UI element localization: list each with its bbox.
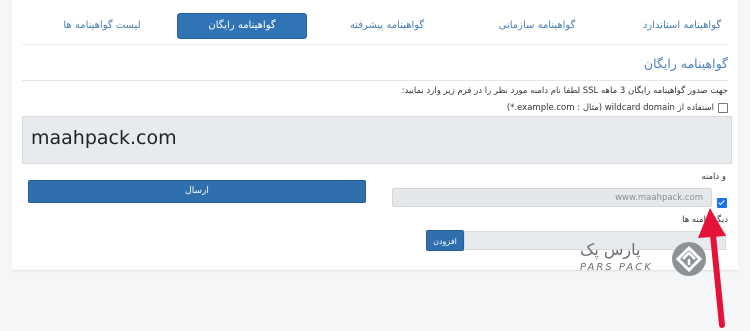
- wildcard-option: استفاده از wildcard domain (مثال : examp…: [507, 103, 728, 113]
- logo-mark-icon: [672, 242, 706, 276]
- description-text: جهت صدور گواهینامه رایگان 3 ماهه SSL لطف…: [401, 86, 728, 96]
- www-domain-field[interactable]: www.maahpack.com: [392, 188, 712, 207]
- tab-organization-certificate[interactable]: گواهینامه سازمانی: [482, 14, 592, 38]
- domain-input[interactable]: maahpack.com: [22, 116, 732, 164]
- add-domain-button[interactable]: افزودن: [426, 230, 464, 251]
- divider: [22, 44, 728, 45]
- tabs-bar: گواهینامه استاندارد گواهینامه سازمانی گو…: [12, 8, 738, 42]
- tab-standard-certificate[interactable]: گواهینامه استاندارد: [632, 14, 732, 38]
- ssl-panel: گواهینامه استاندارد گواهینامه سازمانی گو…: [12, 0, 738, 271]
- logo-text-en: PARS PACK: [580, 262, 653, 273]
- parspack-logo: پارس پک PARS PACK: [580, 240, 720, 280]
- tab-certificate-list[interactable]: لیست گواهینامه ها: [52, 14, 152, 38]
- tab-free-certificate[interactable]: گواهینامه رایگان: [177, 13, 307, 39]
- page-title: گواهینامه رایگان: [643, 56, 728, 71]
- wildcard-label: استفاده از wildcard domain (مثال : examp…: [506, 103, 714, 113]
- and-domain-label: و دامنه: [701, 172, 726, 182]
- tab-advanced-certificate[interactable]: گواهینامه پیشرفته: [332, 14, 442, 38]
- www-domain-checkbox[interactable]: [717, 198, 727, 208]
- other-domains-label: دیگر دامنه ها: [682, 215, 728, 225]
- domain-input-value: maahpack.com: [31, 127, 177, 149]
- logo-text-fa: پارس پک: [580, 240, 641, 259]
- send-button[interactable]: ارسال: [28, 180, 366, 203]
- wildcard-checkbox[interactable]: [718, 103, 728, 113]
- divider: [22, 80, 728, 81]
